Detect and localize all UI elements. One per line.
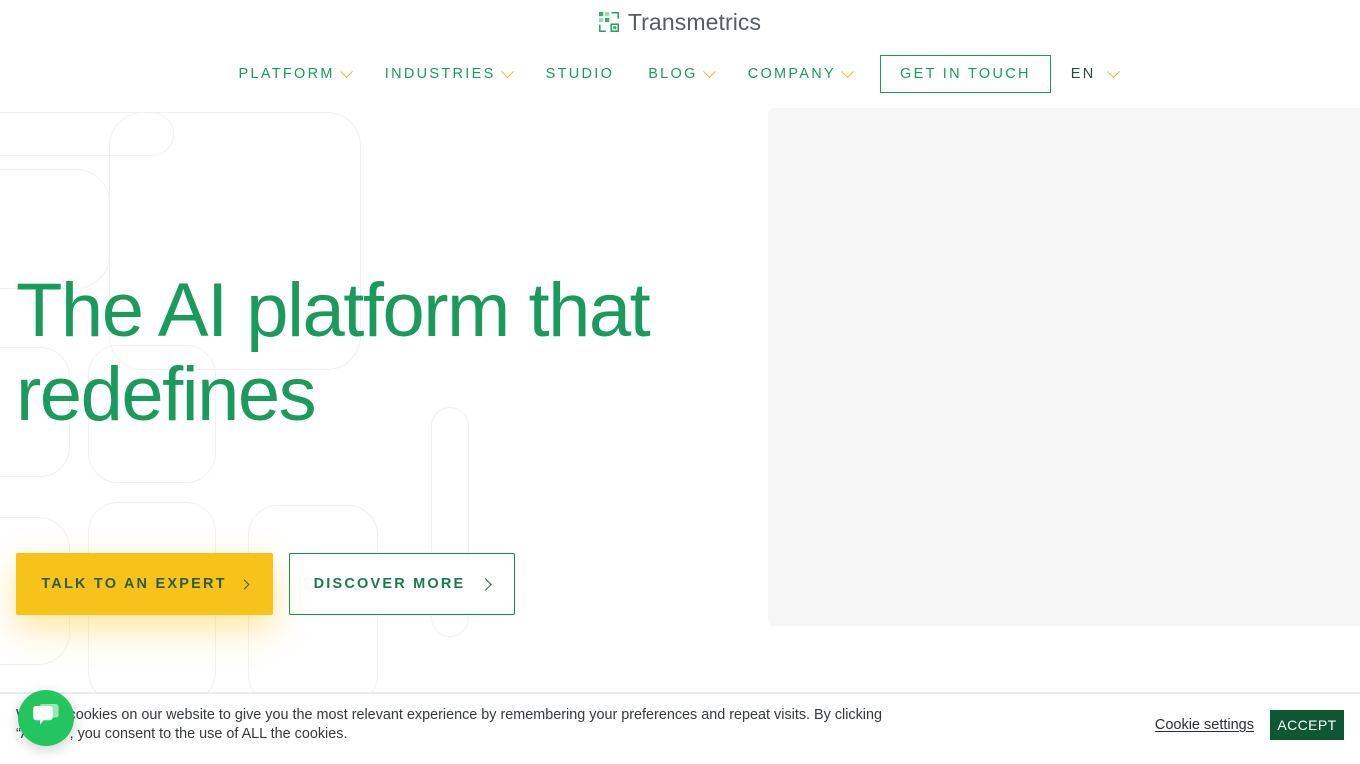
nav-item-company[interactable]: COMPANY: [731, 55, 869, 93]
chevron-right-icon: [479, 577, 493, 591]
chat-widget-button[interactable]: [18, 690, 74, 746]
nav-label-blog: BLOG: [648, 66, 698, 82]
language-selector[interactable]: EN: [1057, 55, 1132, 93]
page-root: Transmetrics PLATFORM INDUSTRIES STUDIO …: [0, 0, 1360, 764]
nav-item-studio[interactable]: STUDIO: [529, 55, 632, 93]
hero-media-placeholder: [768, 108, 1360, 626]
talk-to-an-expert-button[interactable]: TALK TO AN EXPERT: [16, 553, 273, 615]
main-navigation: PLATFORM INDUSTRIES STUDIO BLOG COMPANY …: [0, 55, 1360, 93]
discover-more-label: DISCOVER MORE: [313, 576, 466, 592]
site-header: Transmetrics PLATFORM INDUSTRIES STUDIO …: [0, 0, 1360, 107]
chevron-down-icon: [702, 64, 716, 78]
cookie-settings-link[interactable]: Cookie settings: [1155, 717, 1254, 733]
nav-item-industries[interactable]: INDUSTRIES: [368, 55, 529, 93]
get-in-touch-button[interactable]: GET IN TOUCH: [880, 55, 1051, 93]
chevron-down-icon: [339, 64, 353, 78]
cookie-accept-button[interactable]: ACCEPT: [1270, 710, 1344, 740]
hero-headline: The AI platform that redefines: [16, 269, 756, 437]
hero-section: The AI platform that redefines TALK TO A…: [0, 107, 1360, 693]
cookie-actions: Cookie settings ACCEPT: [1155, 710, 1344, 740]
cookie-message: We use cookies on our website to give yo…: [16, 707, 883, 742]
nav-item-platform[interactable]: PLATFORM: [228, 55, 367, 93]
hero-cta-row: TALK TO AN EXPERT DISCOVER MORE: [16, 553, 515, 615]
nav-label-company: COMPANY: [747, 66, 837, 82]
transmetrics-blocks-icon: [598, 12, 619, 32]
nav-label-studio: STUDIO: [545, 66, 615, 82]
site-logo[interactable]: Transmetrics: [0, 8, 1360, 36]
nav-label-platform: PLATFORM: [238, 66, 335, 82]
chevron-down-icon: [841, 64, 854, 78]
hero-headline-line1: The AI platform that: [16, 268, 651, 353]
nav-item-blog[interactable]: BLOG: [631, 55, 731, 93]
logo-wordmark: Transmetrics: [627, 8, 762, 35]
nav-label-industries: INDUSTRIES: [384, 66, 496, 82]
chevron-down-icon: [500, 64, 514, 78]
chat-bubble-icon: [31, 702, 61, 735]
chevron-down-icon: [1106, 64, 1120, 78]
chevron-right-icon: [239, 579, 250, 589]
talk-to-an-expert-label: TALK TO AN EXPERT: [41, 576, 227, 592]
cookie-consent-banner: We use cookies on our website to give yo…: [0, 693, 1360, 764]
language-label: EN: [1070, 66, 1096, 82]
hero-headline-line2: redefines: [16, 352, 317, 437]
discover-more-button[interactable]: DISCOVER MORE: [289, 553, 515, 615]
